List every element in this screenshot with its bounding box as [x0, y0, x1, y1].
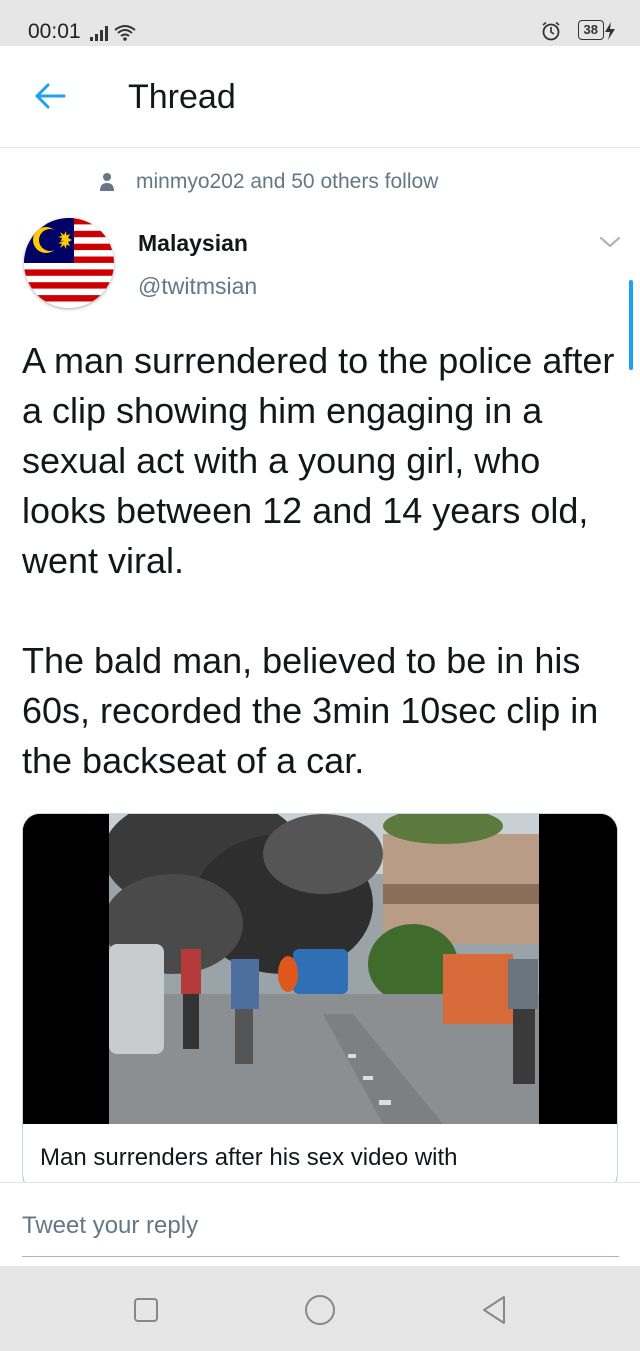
chevron-down-icon[interactable] [598, 234, 622, 250]
tweet-text: A man surrendered to the police after a … [22, 336, 622, 786]
author-handle[interactable]: @twitmsian [138, 273, 257, 300]
avatar[interactable] [24, 218, 114, 308]
signal-icon [90, 25, 136, 41]
status-bar: 00:01 38 [0, 0, 640, 46]
battery-icon: 38 [577, 20, 604, 40]
charging-icon [605, 22, 615, 40]
person-icon [100, 173, 114, 191]
social-context-text: minmyo202 and 50 others follow [136, 170, 439, 193]
app-header: Thread [0, 46, 640, 148]
triangle-back-icon[interactable] [476, 1292, 512, 1328]
video-thumbnail[interactable] [23, 814, 618, 1124]
social-context[interactable]: minmyo202 and 50 others follow [100, 170, 438, 194]
tweet-paragraph: The bald man, believed to be in his 60s,… [22, 640, 599, 781]
malaysia-flag-image [24, 218, 114, 308]
square-recents-icon[interactable] [128, 1292, 164, 1328]
page-title: Thread [128, 78, 236, 116]
link-card[interactable]: Man surrenders after his sex video with [22, 813, 618, 1193]
system-nav-bar [0, 1266, 640, 1351]
wifi-icon [114, 25, 136, 41]
author-name[interactable]: Malaysian [138, 230, 248, 257]
scroll-indicator[interactable] [629, 280, 633, 370]
circle-home-icon[interactable] [302, 1292, 338, 1328]
card-title: Man surrenders after his sex video with [40, 1144, 458, 1171]
reply-bar: Tweet your reply [0, 1182, 640, 1266]
reply-input[interactable]: Tweet your reply [22, 1201, 619, 1257]
status-time: 00:01 [28, 20, 81, 43]
arrow-left-icon[interactable] [30, 76, 70, 116]
alarm-icon [542, 21, 560, 41]
tweet-paragraph: A man surrendered to the police after a … [22, 340, 615, 581]
